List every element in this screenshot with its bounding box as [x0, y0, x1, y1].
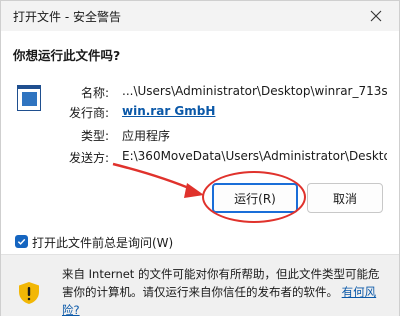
field-row-publisher: 发行商: win.rar GmbH [1, 104, 399, 122]
window-title: 打开文件 - 安全警告 [13, 10, 121, 24]
close-icon [370, 10, 382, 22]
warning-shield-icon [19, 282, 39, 304]
warning-text: 来自 Internet 的文件可能对你有所帮助，但此文件类型可能危害你的计算机。… [62, 267, 380, 299]
checkmark-icon [17, 238, 26, 245]
field-row-from: 发送方: E:\360MoveData\Users\Administrator\… [1, 149, 399, 167]
always-ask-checkbox[interactable] [15, 235, 28, 248]
cancel-button[interactable]: 取消 [307, 183, 383, 213]
always-ask-label: 打开此文件前总是询问(W) [32, 236, 174, 250]
title-bar: 打开文件 - 安全警告 [1, 1, 399, 31]
publisher-link[interactable]: win.rar GmbH [122, 104, 387, 118]
field-label-publisher: 发行商: [68, 106, 109, 120]
field-label-from: 发送方: [68, 151, 109, 165]
field-row-type: 类型: 应用程序 [1, 127, 399, 145]
field-value-type: 应用程序 [122, 129, 171, 143]
field-label-name: 名称: [80, 86, 109, 100]
field-row-name: 名称: ...\Users\Administrator\Desktop\winr… [1, 84, 399, 102]
close-button[interactable] [353, 1, 399, 31]
field-value-from: E:\360MoveData\Users\Administrator\Deskt… [122, 149, 387, 163]
field-label-type: 类型: [80, 129, 109, 143]
warning-message: 来自 Internet 的文件可能对你有所帮助，但此文件类型可能危害你的计算机。… [62, 265, 387, 316]
warning-footer: 来自 Internet 的文件可能对你有所帮助，但此文件类型可能危害你的计算机。… [1, 255, 399, 316]
field-value-name: ...\Users\Administrator\Desktop\winrar_7… [122, 84, 387, 98]
security-warning-dialog: 打开文件 - 安全警告 你想运行此文件吗? 名称: ...\Users\Admi… [0, 0, 400, 316]
dialog-question: 你想运行此文件吗? [13, 48, 121, 63]
annotation-highlight-circle [202, 171, 306, 223]
